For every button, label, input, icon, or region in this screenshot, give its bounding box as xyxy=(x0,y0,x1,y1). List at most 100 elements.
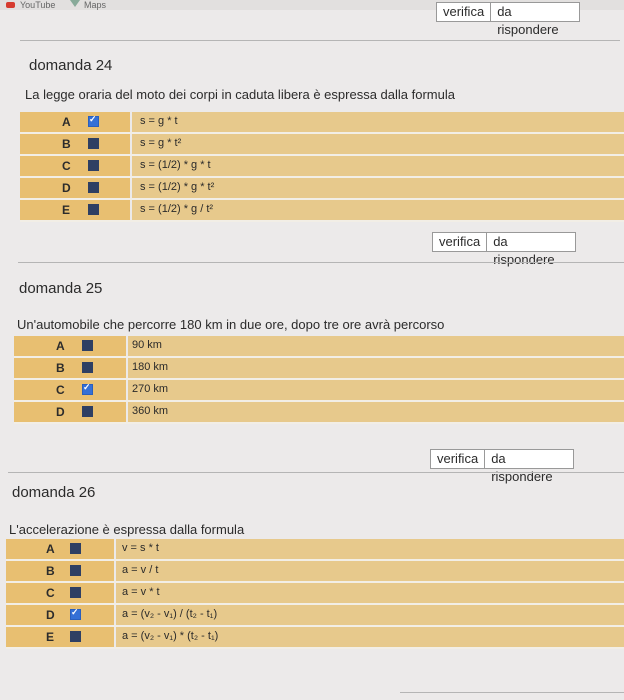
checkbox[interactable] xyxy=(88,204,99,215)
question-title: domanda 25 xyxy=(19,280,103,297)
option-letter: D xyxy=(46,608,55,622)
option-text: s = (1/2) * g / t² xyxy=(140,203,214,215)
option-letter: A xyxy=(46,542,55,556)
maps-icon[interactable] xyxy=(70,0,80,7)
option-letter-cell: C xyxy=(20,156,130,176)
checkbox[interactable] xyxy=(82,362,93,373)
option-row[interactable]: Ea = (v₂ - v₁) * (t₂ - t₁) xyxy=(6,627,624,649)
verify-button[interactable]: verifica xyxy=(436,2,492,22)
verify-button[interactable]: verifica xyxy=(430,449,486,469)
checked-checkbox[interactable] xyxy=(82,382,93,395)
option-text: a = (v₂ - v₁) / (t₂ - t₁) xyxy=(122,608,218,620)
option-text-cell: a = v * t xyxy=(116,583,624,603)
option-text: a = v / t xyxy=(122,564,159,576)
option-text: s = (1/2) * g * t² xyxy=(140,181,215,193)
option-row[interactable]: As = g * t xyxy=(20,112,624,134)
option-text-cell: a = (v₂ - v₁) * (t₂ - t₁) xyxy=(116,627,624,647)
option-letter: B xyxy=(56,361,65,375)
option-text-cell: a = (v₂ - v₁) / (t₂ - t₁) xyxy=(116,605,624,625)
checkbox[interactable] xyxy=(70,631,81,642)
option-text-cell: s = (1/2) * g / t² xyxy=(132,200,624,220)
option-letter-cell: D xyxy=(14,402,126,422)
option-letter-cell: A xyxy=(14,336,126,356)
option-letter-cell: E xyxy=(6,627,114,647)
option-text: a = (v₂ - v₁) * (t₂ - t₁) xyxy=(122,630,219,642)
option-text: a = v * t xyxy=(122,586,160,598)
option-letter: E xyxy=(46,630,55,644)
verify-group-24: verifica da rispondere xyxy=(432,232,577,267)
option-text-cell: 270 km xyxy=(128,380,624,400)
divider xyxy=(18,262,624,263)
verify-button[interactable]: verifica xyxy=(432,232,488,252)
option-text: 360 km xyxy=(132,405,169,417)
option-text: 90 km xyxy=(132,339,162,351)
option-letter-cell: A xyxy=(20,112,130,132)
question-title: domanda 26 xyxy=(12,484,96,501)
checkbox[interactable] xyxy=(70,587,81,598)
options-list: As = g * tBs = g * t²Cs = (1/2) * g * tD… xyxy=(20,112,624,222)
option-letter: C xyxy=(56,383,65,397)
checked-checkbox[interactable] xyxy=(70,607,81,620)
option-row[interactable]: Ba = v / t xyxy=(6,561,624,583)
option-letter-cell: D xyxy=(20,178,130,198)
options-list: A 90 km B 180 km C 270 km D 360 km xyxy=(14,336,624,424)
question-text: Un'automobile che percorre 180 km in due… xyxy=(17,317,445,332)
checkbox[interactable] xyxy=(82,340,93,351)
checked-checkbox[interactable] xyxy=(88,114,99,127)
option-row[interactable]: D 360 km xyxy=(14,402,624,424)
option-letter-cell: A xyxy=(6,539,114,559)
option-letter: D xyxy=(56,405,65,419)
option-text-cell: s = g * t xyxy=(132,112,624,132)
option-letter: B xyxy=(62,137,71,151)
option-row[interactable]: Cs = (1/2) * g * t xyxy=(20,156,624,178)
answer-status: da rispondere xyxy=(485,449,575,484)
option-row[interactable]: Da = (v₂ - v₁) / (t₂ - t₁) xyxy=(6,605,624,627)
checkbox[interactable] xyxy=(88,138,99,149)
question-text: La legge oraria del moto dei corpi in ca… xyxy=(25,87,455,102)
option-letter-cell: B xyxy=(20,134,130,154)
checkbox[interactable] xyxy=(88,160,99,171)
option-text: v = s * t xyxy=(122,542,159,554)
option-text-cell: 360 km xyxy=(128,402,624,422)
youtube-icon[interactable] xyxy=(6,2,15,8)
option-text-cell: s = (1/2) * g * t² xyxy=(132,178,624,198)
option-text: s = g * t² xyxy=(140,137,182,149)
option-letter: B xyxy=(46,564,55,578)
divider xyxy=(20,40,620,41)
option-row[interactable]: B 180 km xyxy=(14,358,624,380)
divider xyxy=(8,472,624,473)
option-row[interactable]: Av = s * t xyxy=(6,539,624,561)
option-row[interactable]: Ca = v * t xyxy=(6,583,624,605)
option-letter: A xyxy=(56,339,65,353)
option-row[interactable]: C 270 km xyxy=(14,380,624,402)
option-row[interactable]: Es = (1/2) * g / t² xyxy=(20,200,624,222)
option-letter: C xyxy=(62,159,71,173)
answer-status: da rispondere xyxy=(487,232,577,267)
checkbox[interactable] xyxy=(88,182,99,193)
option-row[interactable]: Bs = g * t² xyxy=(20,134,624,156)
checkbox[interactable] xyxy=(70,565,81,576)
option-letter-cell: D xyxy=(6,605,114,625)
option-text-cell: v = s * t xyxy=(116,539,624,559)
option-letter-cell: E xyxy=(20,200,130,220)
bookmark-youtube[interactable]: YouTube xyxy=(20,0,55,10)
option-text-cell: s = (1/2) * g * t xyxy=(132,156,624,176)
option-text-cell: 90 km xyxy=(128,336,624,356)
option-letter: D xyxy=(62,181,71,195)
option-letter-cell: B xyxy=(14,358,126,378)
checkbox[interactable] xyxy=(70,543,81,554)
verify-group-prev: verifica da rispondere xyxy=(436,2,581,37)
option-text-cell: a = v / t xyxy=(116,561,624,581)
divider xyxy=(400,692,624,693)
option-text-cell: 180 km xyxy=(128,358,624,378)
verify-group-25: verifica da rispondere xyxy=(430,449,575,484)
checkbox[interactable] xyxy=(82,406,93,417)
bookmark-maps[interactable]: Maps xyxy=(84,0,106,10)
option-row[interactable]: Ds = (1/2) * g * t² xyxy=(20,178,624,200)
option-text-cell: s = g * t² xyxy=(132,134,624,154)
answer-status: da rispondere xyxy=(491,2,581,37)
option-letter: E xyxy=(62,203,71,217)
question-title: domanda 24 xyxy=(29,57,113,74)
option-row[interactable]: A 90 km xyxy=(14,336,624,358)
option-text: s = g * t xyxy=(140,115,178,127)
